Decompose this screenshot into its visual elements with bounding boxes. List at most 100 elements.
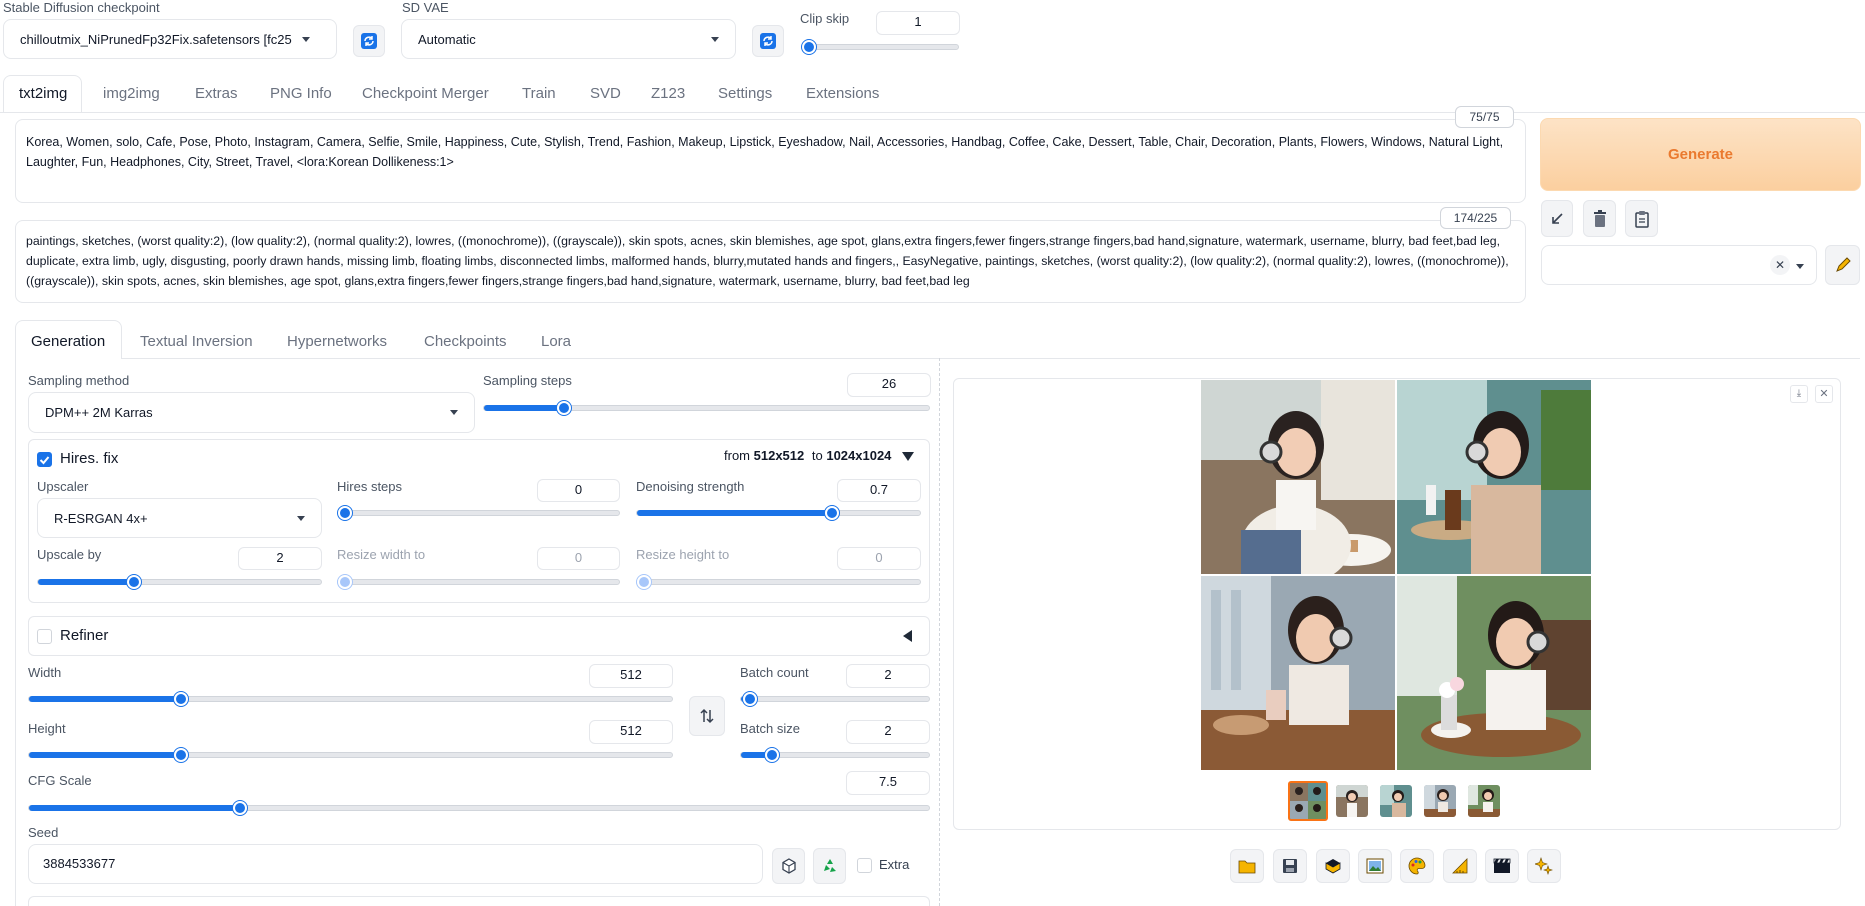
tab-img2img[interactable]: img2img (103, 85, 160, 102)
checkpoint-value: chilloutmix_NiPrunedFp32Fix.safetensors … (20, 31, 292, 47)
tab-settings[interactable]: Settings (718, 85, 772, 102)
clip-skip-input[interactable]: 1 (876, 11, 960, 35)
read-params-button[interactable] (1541, 200, 1573, 237)
cfg-scale-input[interactable]: 7.5 (846, 771, 930, 795)
edit-styles-button[interactable] (1825, 245, 1860, 285)
send-to-img2img-button[interactable] (1358, 849, 1392, 883)
hires-from-size: 512x512 (753, 448, 805, 463)
slider-thumb[interactable] (173, 692, 188, 706)
refiner-checkbox[interactable] (37, 629, 52, 644)
clear-icon[interactable]: ✕ (1770, 255, 1790, 275)
height-slider[interactable] (28, 748, 673, 762)
hires-to-prefix: to (811, 448, 823, 463)
thumbnail-1[interactable] (1336, 785, 1368, 817)
slider-thumb[interactable] (126, 575, 141, 589)
resize-height-input: 0 (837, 547, 921, 570)
checkpoint-dropdown[interactable]: chilloutmix_NiPrunedFp32Fix.safetensors … (3, 19, 337, 59)
thumbnail-4[interactable] (1468, 785, 1500, 817)
hires-steps-slider[interactable] (337, 506, 620, 520)
batch-size-slider[interactable] (740, 748, 930, 762)
tab-checkpoint-merger[interactable]: Checkpoint Merger (362, 85, 489, 102)
upscale-by-slider[interactable] (37, 575, 322, 589)
tab-txt2img[interactable]: txt2img (19, 85, 67, 102)
expand-triangle-icon[interactable] (903, 630, 912, 642)
extra-seed-checkbox[interactable] (857, 858, 872, 873)
thumbnail-2[interactable] (1380, 785, 1412, 817)
output-image-grid[interactable] (1201, 380, 1591, 770)
slider-thumb[interactable] (232, 801, 247, 815)
upscaler-dropdown[interactable]: R-ESRGAN 4x+ (37, 498, 322, 538)
open-folder-button[interactable] (1230, 849, 1264, 883)
folder-icon (1238, 860, 1256, 874)
tab-extras[interactable]: Extras (195, 85, 238, 102)
styles-dropdown[interactable]: ✕ (1541, 245, 1817, 285)
send-to-extras-button[interactable] (1443, 849, 1477, 883)
zip-button[interactable] (1316, 849, 1350, 883)
tab-lora[interactable]: Lora (541, 333, 571, 350)
tab-train[interactable]: Train (522, 85, 556, 102)
hires-steps-input[interactable]: 0 (537, 479, 620, 502)
negative-prompt-textarea[interactable]: paintings, sketches, (worst quality:2), … (15, 220, 1526, 303)
vae-dropdown[interactable]: Automatic (401, 19, 736, 59)
tab-generation[interactable]: Generation (31, 333, 105, 350)
apply-style-button[interactable] (1625, 200, 1658, 237)
thumbnail-grid[interactable] (1288, 781, 1328, 821)
tab-checkpoints[interactable]: Checkpoints (424, 333, 507, 350)
random-seed-button[interactable] (772, 848, 805, 884)
resize-height-label: Resize height to (636, 547, 730, 562)
download-icon[interactable]: ⤓ (1790, 385, 1808, 403)
checkpoint-label: Stable Diffusion checkpoint (3, 0, 160, 15)
tab-png-info[interactable]: PNG Info (270, 85, 332, 102)
slider-thumb[interactable] (173, 748, 188, 762)
batch-count-label: Batch count (740, 665, 809, 680)
resize-width-slider (337, 575, 620, 589)
slider-thumb[interactable] (802, 40, 816, 54)
batch-count-input[interactable]: 2 (846, 664, 930, 688)
sampling-steps-input[interactable]: 26 (847, 373, 931, 397)
send-to-video-button[interactable] (1485, 849, 1519, 883)
sampling-method-dropdown[interactable]: DPM++ 2M Karras (28, 392, 475, 433)
next-panel-edge (28, 896, 930, 906)
save-button[interactable] (1273, 849, 1307, 883)
thumbnail-3[interactable] (1424, 785, 1456, 817)
tab-z123[interactable]: Z123 (651, 85, 685, 102)
slider-thumb[interactable] (338, 506, 352, 520)
send-to-inpaint-button[interactable] (1400, 849, 1434, 883)
hires-size-summary: from 512x512 to 1024x1024 (724, 448, 891, 463)
tab-textual-inversion[interactable]: Textual Inversion (140, 333, 253, 350)
sparkle-button[interactable] (1527, 849, 1561, 883)
pencil-icon (1835, 257, 1851, 272)
refresh-checkpoint-button[interactable] (353, 25, 385, 57)
tab-hypernetworks[interactable]: Hypernetworks (287, 333, 387, 350)
seed-input[interactable]: 3884533677 (28, 844, 763, 884)
sampling-steps-slider[interactable] (483, 401, 930, 415)
clear-prompt-button[interactable] (1583, 200, 1616, 237)
denoising-strength-slider[interactable] (636, 506, 921, 520)
width-slider[interactable] (28, 692, 673, 706)
swap-icon (700, 708, 714, 724)
prompt-textarea[interactable]: Korea, Women, solo, Cafe, Pose, Photo, I… (15, 119, 1526, 203)
batch-size-input[interactable]: 2 (846, 720, 930, 744)
refresh-icon (361, 33, 377, 49)
chevron-down-icon (711, 36, 719, 42)
denoising-strength-input[interactable]: 0.7 (837, 479, 921, 502)
tab-extensions[interactable]: Extensions (806, 85, 879, 102)
height-input[interactable]: 512 (589, 720, 673, 744)
width-input[interactable]: 512 (589, 664, 673, 688)
batch-count-slider[interactable] (740, 692, 930, 706)
palette-icon (1408, 857, 1426, 875)
collapse-triangle-icon[interactable] (902, 452, 914, 461)
clip-skip-slider[interactable] (801, 40, 959, 54)
tab-svd[interactable]: SVD (590, 85, 621, 102)
hires-fix-checkbox[interactable] (37, 452, 52, 467)
refresh-vae-button[interactable] (752, 25, 784, 57)
close-icon[interactable]: ✕ (1815, 385, 1833, 403)
swap-dimensions-button[interactable] (689, 696, 725, 736)
upscale-by-input[interactable]: 2 (238, 547, 322, 570)
cfg-scale-slider[interactable] (28, 801, 930, 815)
reuse-seed-button[interactable] (813, 848, 846, 884)
generate-button[interactable]: Generate (1540, 118, 1861, 191)
width-label: Width (28, 665, 62, 680)
ruler-icon (1452, 858, 1468, 874)
slider-thumb[interactable] (742, 692, 757, 706)
